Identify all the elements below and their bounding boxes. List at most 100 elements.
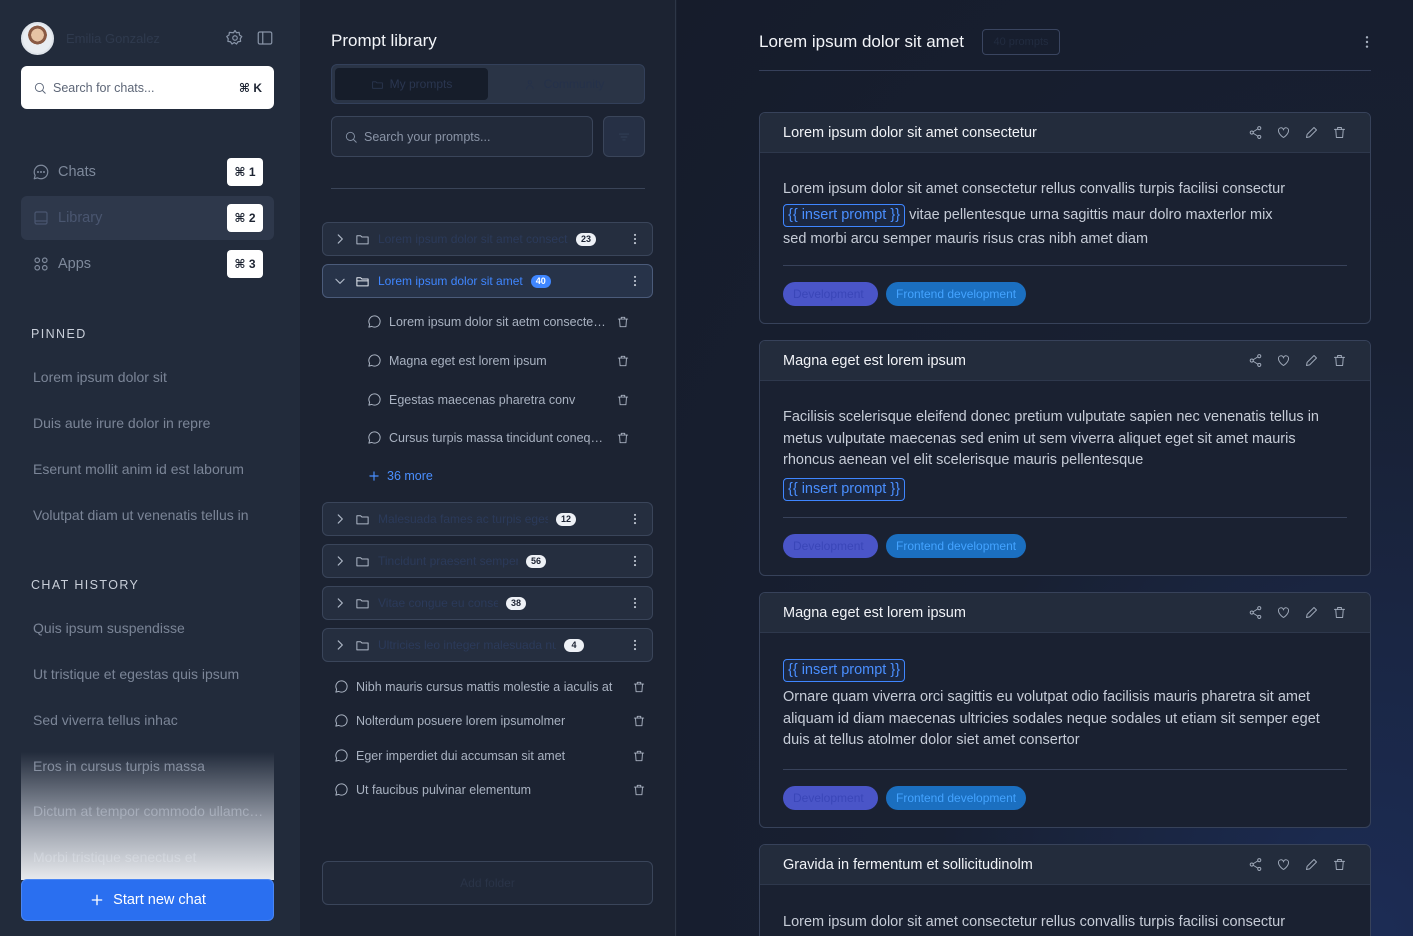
sidebar-item-library[interactable]: Library ⌘ 2 (21, 196, 274, 240)
trash-icon[interactable] (616, 393, 630, 407)
prompt-item[interactable]: Nolterdum posuere lorem ipsumolmer (334, 713, 646, 728)
sidebar-item-apps[interactable]: Apps ⌘ 3 (21, 242, 274, 286)
start-new-chat-button[interactable]: Start new chat (21, 879, 274, 921)
filter-button[interactable] (603, 116, 645, 157)
tag-development[interactable]: Development (783, 534, 878, 558)
pinned-item[interactable]: Eserunt mollit anim id est laborum (33, 461, 265, 477)
prompt-item[interactable]: Eger imperdiet dui accumsan sit amet (334, 748, 646, 763)
trash-icon[interactable] (632, 680, 646, 694)
trash-icon[interactable] (1332, 605, 1347, 620)
share-icon[interactable] (1248, 125, 1263, 140)
tab-my-prompts[interactable]: My prompts (335, 68, 488, 100)
tag-frontend-development[interactable]: Frontend development (886, 534, 1027, 558)
tag-frontend-development[interactable]: Frontend development (886, 786, 1027, 810)
gear-icon[interactable] (226, 29, 244, 47)
folder-row[interactable]: Tincidunt praesent semper feugiat 56 (322, 544, 653, 578)
prompt-item[interactable]: Nibh mauris cursus mattis molestie a iac… (334, 679, 646, 694)
prompt-card[interactable]: Lorem ipsum dolor sit amet consectetur L… (759, 112, 1371, 324)
heart-icon[interactable] (1276, 125, 1291, 140)
avatar[interactable] (21, 21, 54, 55)
more-vertical-icon[interactable] (628, 274, 642, 288)
history-item[interactable]: Sed viverra tellus inhac (33, 712, 265, 728)
folder-row-open[interactable]: Lorem ipsum dolor sit amet 40 (322, 264, 653, 298)
more-vertical-icon[interactable] (628, 638, 642, 652)
folder-row[interactable]: Ultricies leo integer malesuada nunc vel… (322, 628, 653, 662)
edit-icon[interactable] (1304, 857, 1319, 872)
pinned-item[interactable]: Volutpat diam ut venenatis tellus in (33, 507, 265, 523)
chat-bubble-icon (334, 782, 349, 797)
share-icon[interactable] (1248, 605, 1263, 620)
history-item[interactable]: Dictum at tempor commodo ullamcorper (33, 803, 265, 819)
history-item[interactable]: Quis ipsum suspendisse (33, 620, 265, 636)
heart-icon[interactable] (1276, 605, 1291, 620)
sidebar-item-chats[interactable]: Chats ⌘ 1 (21, 150, 274, 194)
chevron-right-icon[interactable] (333, 512, 347, 526)
trash-icon[interactable] (616, 315, 630, 329)
tab-label: Community (543, 77, 605, 91)
tag-development[interactable]: Development (783, 282, 878, 306)
folder-name: Ultricies leo integer malesuada nunc vel (378, 638, 556, 652)
prompt-item[interactable]: Ut faucibus pulvinar elementum (334, 782, 646, 797)
folder-row[interactable]: Malesuada fames ac turpis egestas 12 (322, 502, 653, 536)
prompt-item[interactable]: Magna eget est lorem ipsum (367, 353, 630, 368)
divider (331, 188, 645, 189)
edit-icon[interactable] (1304, 605, 1319, 620)
prompt-item[interactable]: Egestas maecenas pharetra conv (367, 392, 630, 407)
folder-row[interactable]: Vitae congue eu consequat 38 (322, 586, 653, 620)
sidebar-toggle-icon[interactable] (256, 29, 274, 47)
share-icon[interactable] (1248, 353, 1263, 368)
card-body: Lorem ipsum dolor sit amet consectetur r… (760, 885, 1370, 934)
more-vertical-icon[interactable] (628, 596, 642, 610)
more-vertical-icon[interactable] (628, 554, 642, 568)
prompt-card[interactable]: Magna eget est lorem ipsum Facilisis sce… (759, 340, 1371, 576)
card-text: Facilisis scelerisque eleifend donec pre… (783, 409, 1319, 468)
tab-community[interactable]: Community (488, 68, 641, 100)
divider (783, 769, 1347, 770)
share-icon[interactable] (1248, 857, 1263, 872)
chevron-right-icon[interactable] (333, 554, 347, 568)
trash-icon[interactable] (1332, 353, 1347, 368)
pinned-item[interactable]: Lorem ipsum dolor sit (33, 369, 265, 385)
chevron-right-icon[interactable] (333, 232, 347, 246)
insert-prompt-token[interactable]: {{ insert prompt }} (783, 203, 906, 227)
edit-icon[interactable] (1304, 125, 1319, 140)
add-folder-button[interactable]: Add folder (322, 861, 653, 905)
prompt-item[interactable]: Cursus turpis massa tincidunt conequat (367, 430, 630, 445)
more-vertical-icon[interactable] (1359, 33, 1375, 51)
search-prompts-input[interactable]: Search your prompts... (331, 116, 593, 157)
trash-icon[interactable] (1332, 857, 1347, 872)
folder-row[interactable]: Lorem ipsum dolor sit amet consectetur 2… (322, 222, 653, 256)
history-item[interactable]: Ut tristique et egestas quis ipsum (33, 666, 265, 682)
show-more-label: 36 more (387, 469, 433, 483)
prompt-card[interactable]: Gravida in fermentum et sollicitudinolm … (759, 844, 1371, 936)
insert-prompt-token[interactable]: {{ insert prompt }} (783, 477, 906, 501)
trash-icon[interactable] (632, 783, 646, 797)
chat-bubble-icon (367, 314, 382, 329)
prompt-library-panel: Prompt library My prompts Community Sear… (300, 0, 676, 936)
chevron-right-icon[interactable] (333, 596, 347, 610)
trash-icon[interactable] (616, 354, 630, 368)
trash-icon[interactable] (1332, 125, 1347, 140)
pinned-item[interactable]: Duis aute irure dolor in repre (33, 415, 265, 431)
tag-frontend-development[interactable]: Frontend development (886, 282, 1027, 306)
trash-icon[interactable] (632, 714, 646, 728)
heart-icon[interactable] (1276, 353, 1291, 368)
heart-icon[interactable] (1276, 857, 1291, 872)
history-item[interactable]: Eros in cursus turpis massa (33, 758, 265, 774)
chevron-right-icon[interactable] (333, 638, 347, 652)
shortcut-badge: ⌘ 2 (227, 204, 263, 232)
history-item[interactable]: Morbi tristique senectus et (33, 849, 265, 865)
more-vertical-icon[interactable] (628, 512, 642, 526)
prompt-item[interactable]: Lorem ipsum dolor sit aetm consectetur (367, 314, 630, 329)
show-more-link[interactable]: 36 more (367, 469, 433, 483)
trash-icon[interactable] (632, 749, 646, 763)
search-chats-input[interactable]: Search for chats... ⌘ K (21, 66, 274, 109)
tag-development[interactable]: Development (783, 786, 878, 810)
edit-icon[interactable] (1304, 353, 1319, 368)
more-vertical-icon[interactable] (628, 232, 642, 246)
chevron-down-icon[interactable] (333, 274, 347, 288)
prompt-card[interactable]: Magna eget est lorem ipsum {{ insert pro… (759, 592, 1371, 828)
trash-icon[interactable] (616, 431, 630, 445)
insert-prompt-token[interactable]: {{ insert prompt }} (783, 659, 906, 682)
prompt-title: Magna eget est lorem ipsum (389, 353, 547, 368)
